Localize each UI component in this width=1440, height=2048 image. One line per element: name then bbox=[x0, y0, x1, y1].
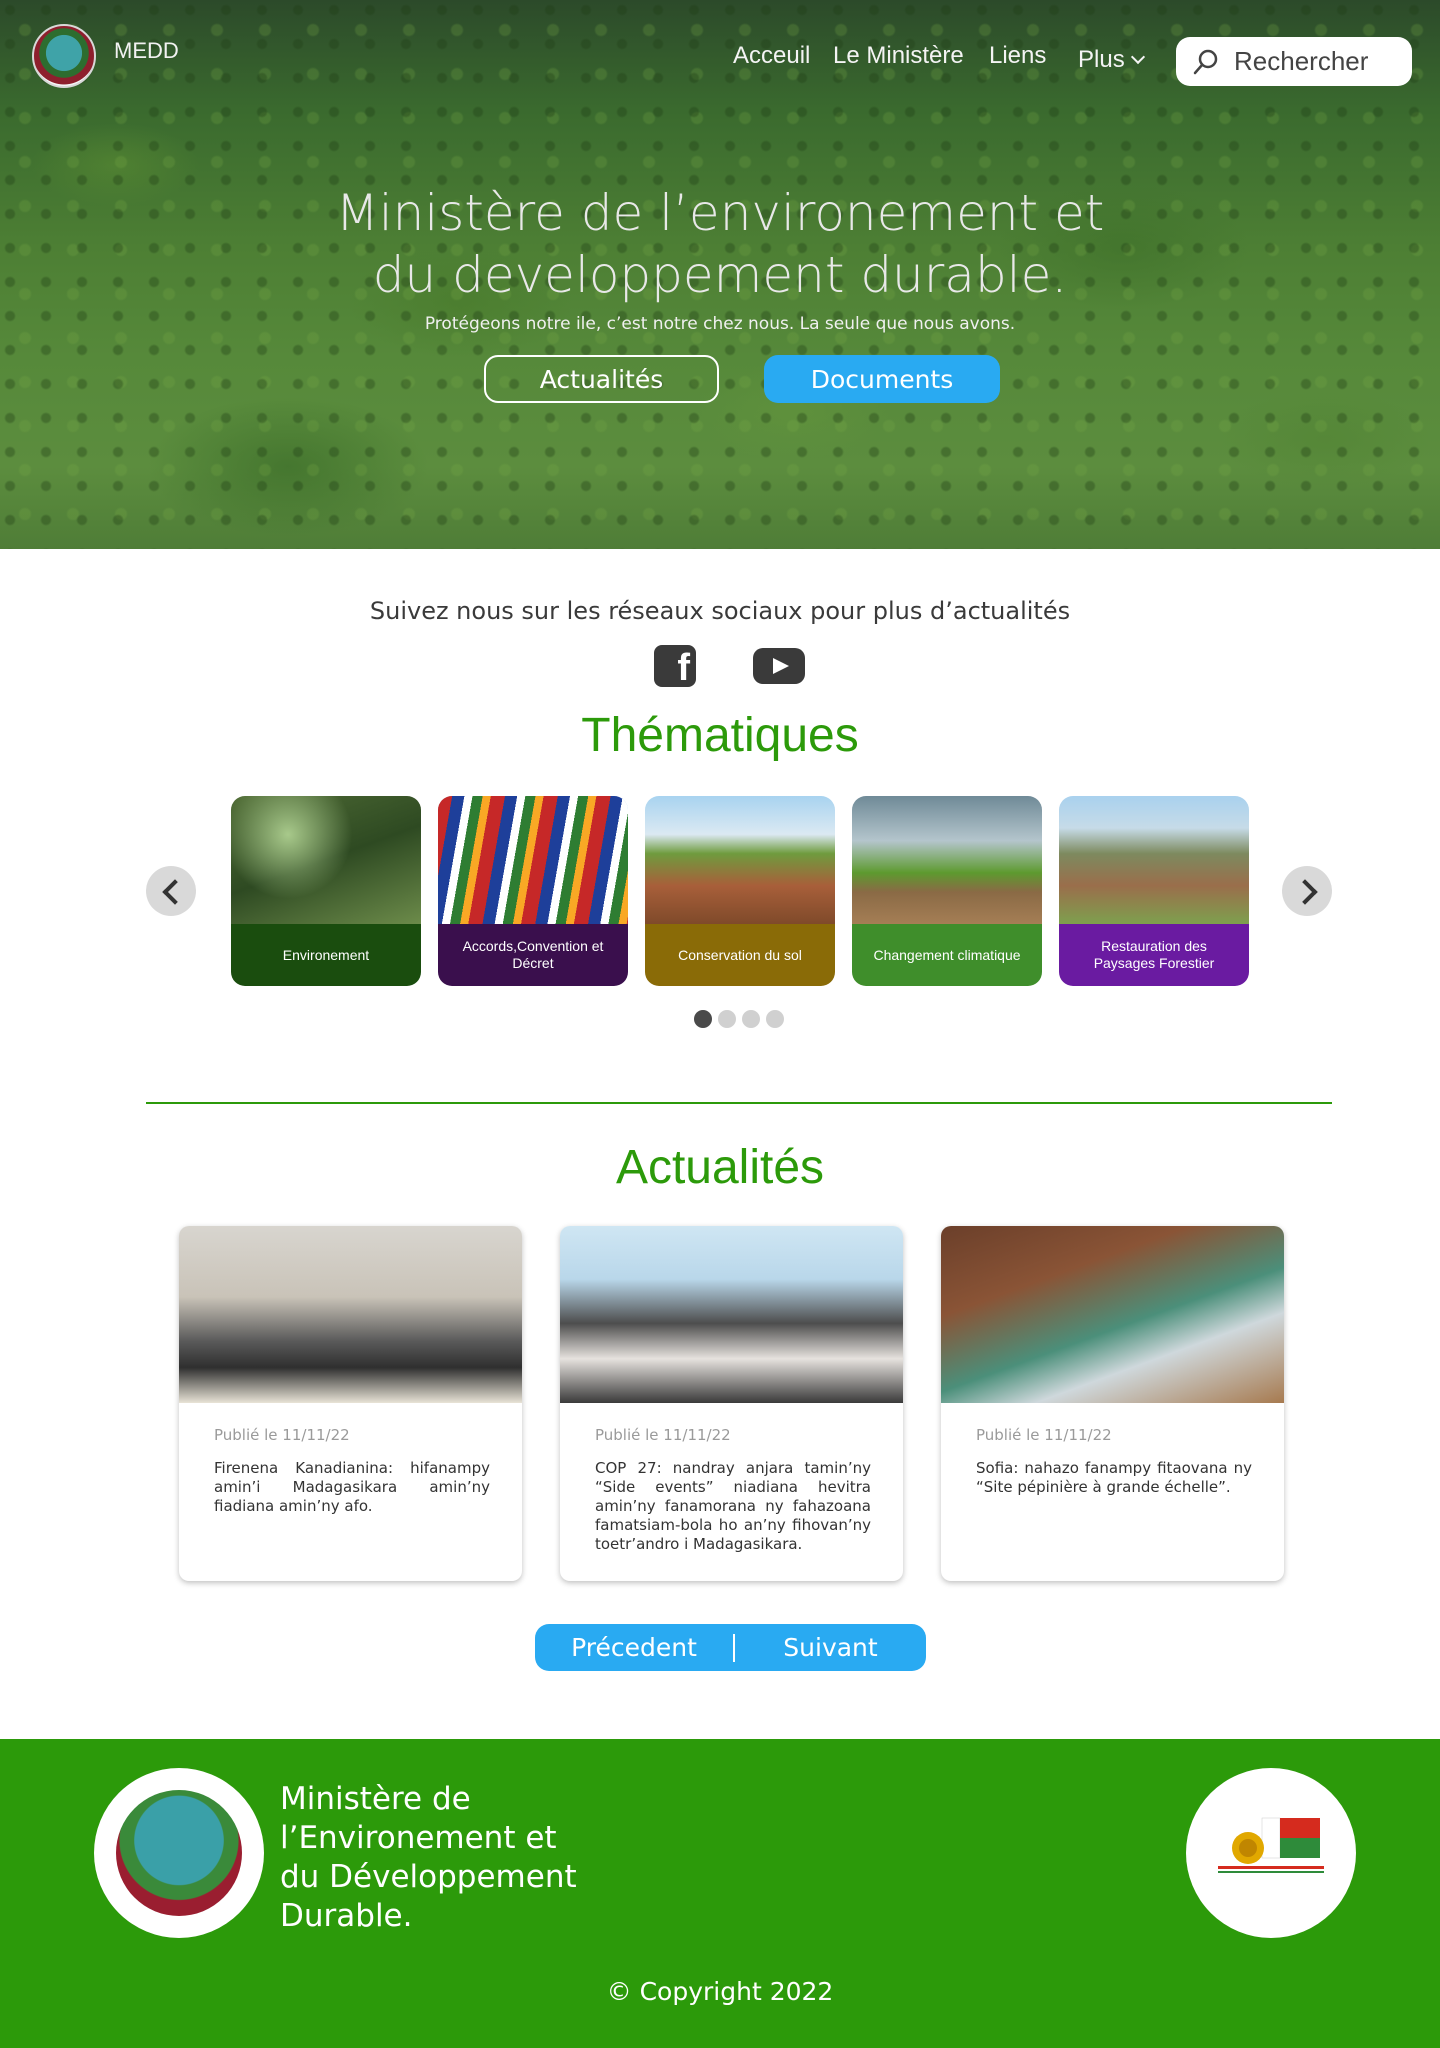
theme-image bbox=[231, 796, 421, 924]
brand-name[interactable]: MEDD bbox=[114, 38, 179, 64]
republic-seal-logo bbox=[1186, 1768, 1356, 1938]
footer-ministry-logo bbox=[94, 1768, 264, 1938]
carousel-pagination bbox=[694, 1010, 784, 1028]
thematiques-title: Thématiques bbox=[581, 709, 859, 762]
news-date: Publié le 11/11/22 bbox=[214, 1426, 350, 1444]
social-follow-text: Suivez nous sur les réseaux sociaux pour… bbox=[369, 597, 1071, 625]
news-card[interactable]: Publié le 11/11/22 Sofia: nahazo fanampy… bbox=[941, 1226, 1284, 1581]
search-icon bbox=[1193, 49, 1218, 74]
carousel-next-arrow-icon[interactable] bbox=[1282, 866, 1332, 916]
news-pager: Précedent Suivant bbox=[535, 1624, 926, 1671]
theme-card-environement[interactable]: Environement bbox=[231, 796, 421, 986]
nav-plus-label: Plus bbox=[1078, 46, 1125, 73]
news-text: Sofia: nahazo fanampy fitaovana ny “Site… bbox=[976, 1459, 1252, 1496]
theme-card-changement-climatique[interactable]: Changement climatique bbox=[852, 796, 1042, 986]
carousel-dot[interactable] bbox=[694, 1010, 712, 1028]
theme-card-conservation[interactable]: Conservation du sol bbox=[645, 796, 835, 986]
next-button[interactable]: Suivant bbox=[735, 1633, 926, 1662]
news-card[interactable]: Publié le 11/11/22 Firenena Kanadianina:… bbox=[179, 1226, 522, 1581]
news-date: Publié le 11/11/22 bbox=[595, 1426, 731, 1444]
top-navigation: MEDD Acceuil Le Ministère Liens Plus Rec… bbox=[0, 0, 1440, 110]
youtube-icon[interactable] bbox=[753, 648, 805, 684]
section-divider bbox=[146, 1102, 1332, 1104]
news-image bbox=[179, 1226, 522, 1403]
facebook-icon[interactable]: f bbox=[654, 645, 696, 687]
theme-image bbox=[645, 796, 835, 924]
news-card[interactable]: Publié le 11/11/22 COP 27: nandray anjar… bbox=[560, 1226, 903, 1581]
theme-card-accords[interactable]: Accords,Convention et Décret bbox=[438, 796, 628, 986]
chevron-down-icon bbox=[1130, 49, 1145, 65]
madagascar-flag-icon bbox=[1218, 1817, 1324, 1873]
news-image bbox=[560, 1226, 903, 1403]
hero-subtitle: Protégeons notre ile, c’est notre chez n… bbox=[424, 314, 1016, 334]
theme-label: Accords,Convention et Décret bbox=[438, 924, 628, 986]
carousel-prev-arrow-icon[interactable] bbox=[146, 866, 196, 916]
hero-title: Ministère de l’environement et du develo… bbox=[335, 184, 1105, 304]
theme-card-restauration[interactable]: Restauration des Paysages Forestier bbox=[1059, 796, 1249, 986]
nav-le-ministere[interactable]: Le Ministère bbox=[833, 42, 964, 70]
theme-label: Environement bbox=[231, 924, 421, 986]
carousel-dot[interactable] bbox=[766, 1010, 784, 1028]
copyright-text: © Copyright 2022 bbox=[606, 1977, 834, 2006]
carousel-dot[interactable] bbox=[742, 1010, 760, 1028]
nav-liens[interactable]: Liens bbox=[989, 42, 1046, 70]
theme-image bbox=[1059, 796, 1249, 924]
previous-button[interactable]: Précedent bbox=[535, 1633, 733, 1662]
news-date: Publié le 11/11/22 bbox=[976, 1426, 1112, 1444]
news-text: COP 27: nandray anjara tamin’ny “Side ev… bbox=[595, 1459, 871, 1553]
footer-title: Ministère de l’Environement et du Dévelo… bbox=[280, 1781, 577, 1934]
theme-label: Changement climatique bbox=[852, 924, 1042, 986]
nav-acceuil[interactable]: Acceuil bbox=[733, 42, 810, 70]
news-image bbox=[941, 1226, 1284, 1403]
theme-image bbox=[852, 796, 1042, 924]
news-text: Firenena Kanadianina: hifanampy amin’i M… bbox=[214, 1459, 490, 1515]
theme-image bbox=[438, 796, 628, 924]
actualites-button[interactable]: Actualités bbox=[484, 355, 719, 403]
theme-label: Restauration des Paysages Forestier bbox=[1059, 924, 1249, 986]
theme-label: Conservation du sol bbox=[645, 924, 835, 986]
search-button[interactable]: Rechercher bbox=[1176, 37, 1412, 86]
documents-button[interactable]: Documents bbox=[764, 355, 1000, 403]
ministry-logo[interactable] bbox=[32, 24, 96, 88]
carousel-dot[interactable] bbox=[718, 1010, 736, 1028]
search-label: Rechercher bbox=[1234, 46, 1369, 76]
nav-plus-dropdown[interactable]: Plus bbox=[1078, 46, 1145, 74]
actualites-title: Actualités bbox=[615, 1141, 825, 1194]
